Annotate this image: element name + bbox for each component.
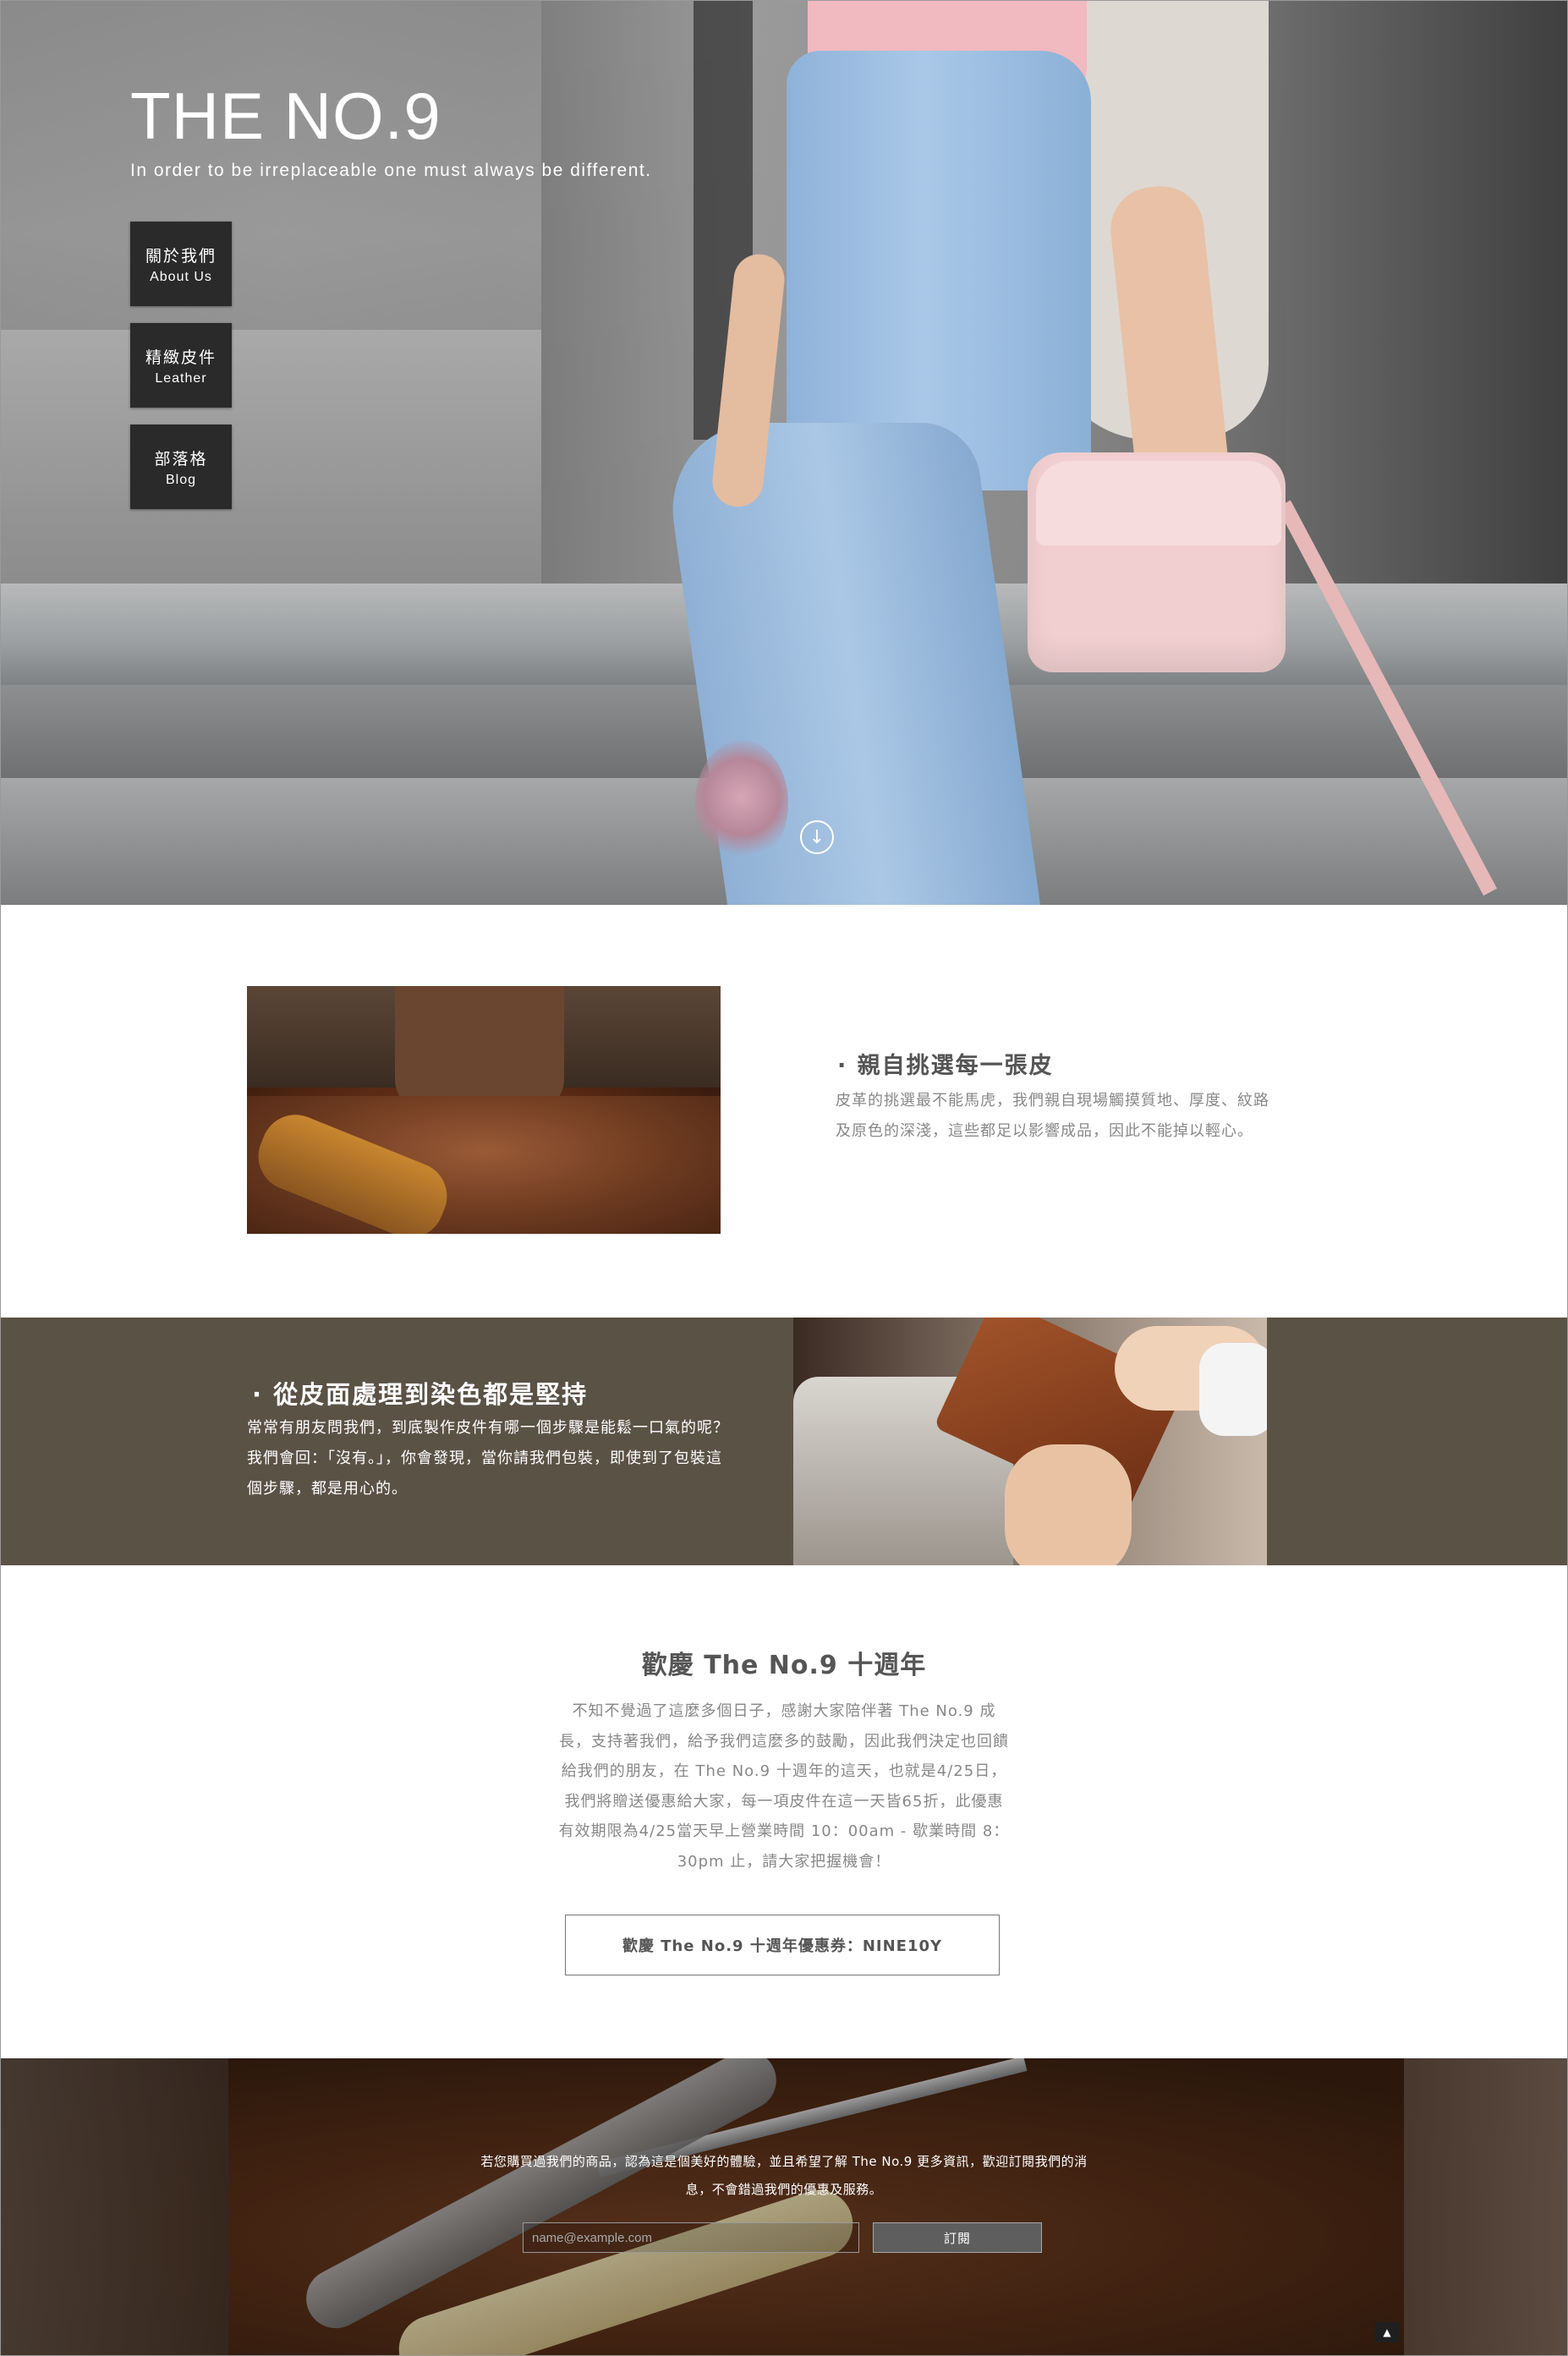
- nav-blog-button[interactable]: 部落格 Blog: [130, 425, 232, 509]
- coupon-code-box[interactable]: 歡慶 The No.9 十週年優惠券：NINE10Y: [565, 1915, 1000, 1975]
- wallet-crafting-image: [793, 1318, 1267, 1565]
- image-sleeve: [1199, 1343, 1267, 1436]
- feature-section-dyeing: [0, 1318, 1568, 1565]
- nav-about-en: About Us: [150, 269, 212, 284]
- feature-section-hide-selection: [0, 905, 1568, 1318]
- feature1-title: · 親自挑選每一張皮: [837, 1053, 1054, 1079]
- brand-tagline: In order to be irreplaceable one must al…: [130, 161, 652, 180]
- hero-bg-wall-lower: [0, 330, 541, 584]
- subscribe-button[interactable]: 訂閱: [873, 2222, 1042, 2253]
- feature2-title: · 從皮面處理到染色都是堅持: [252, 1380, 589, 1409]
- hero-pink-bag-flap: [1036, 461, 1281, 545]
- brand-title: THE NO.9: [130, 79, 441, 153]
- anniversary-body: 不知不覺過了這麼多個日子，感謝大家陪伴著 The No.9 成長，支持著我們，給…: [558, 1702, 1010, 1871]
- newsletter-text: 若您購買過我們的商品，認為這是個美好的體驗，並且希望了解 The No.9 更多…: [480, 2154, 1088, 2197]
- arrow-down-circle-icon[interactable]: ↓: [800, 820, 834, 854]
- feature1-body: 皮革的挑選最不能馬虎，我們親自現場觸摸質地、厚度、紋路及原色的深淺，這些都足以影…: [836, 1092, 1269, 1140]
- nav-about-zh: 關於我們: [145, 246, 217, 266]
- nav-blog-zh: 部落格: [154, 449, 208, 468]
- nav-about-button[interactable]: 關於我們 About Us: [130, 222, 232, 306]
- hero-jeans-embroidery: [695, 740, 788, 867]
- nav-leather-en: Leather: [155, 370, 207, 386]
- image-apron: [395, 986, 564, 1113]
- feature2-body: 常常有朋友問我們，到底製作皮件有哪一個步驟是能鬆一口氣的呢？我們會回：「沒有。」…: [247, 1419, 729, 1498]
- leather-selection-image: [247, 986, 721, 1234]
- side-nav: 關於我們 About Us 精緻皮件 Leather 部落格 Blog: [130, 222, 232, 526]
- hero-bg-wall-right: [1286, 0, 1568, 592]
- nav-leather-zh: 精緻皮件: [145, 348, 217, 367]
- footer-overlay: [0, 2058, 1568, 2356]
- newsletter-email-input[interactable]: [523, 2222, 859, 2253]
- nav-blog-en: Blog: [165, 472, 197, 487]
- nav-leather-button[interactable]: 精緻皮件 Leather: [130, 323, 232, 408]
- image-hand: [1005, 1444, 1132, 1565]
- anniversary-title: 歡慶 The No.9 十週年: [641, 1651, 927, 1680]
- caret-up-icon[interactable]: ▲: [1375, 2322, 1399, 2342]
- newsletter-footer: [0, 2058, 1568, 2356]
